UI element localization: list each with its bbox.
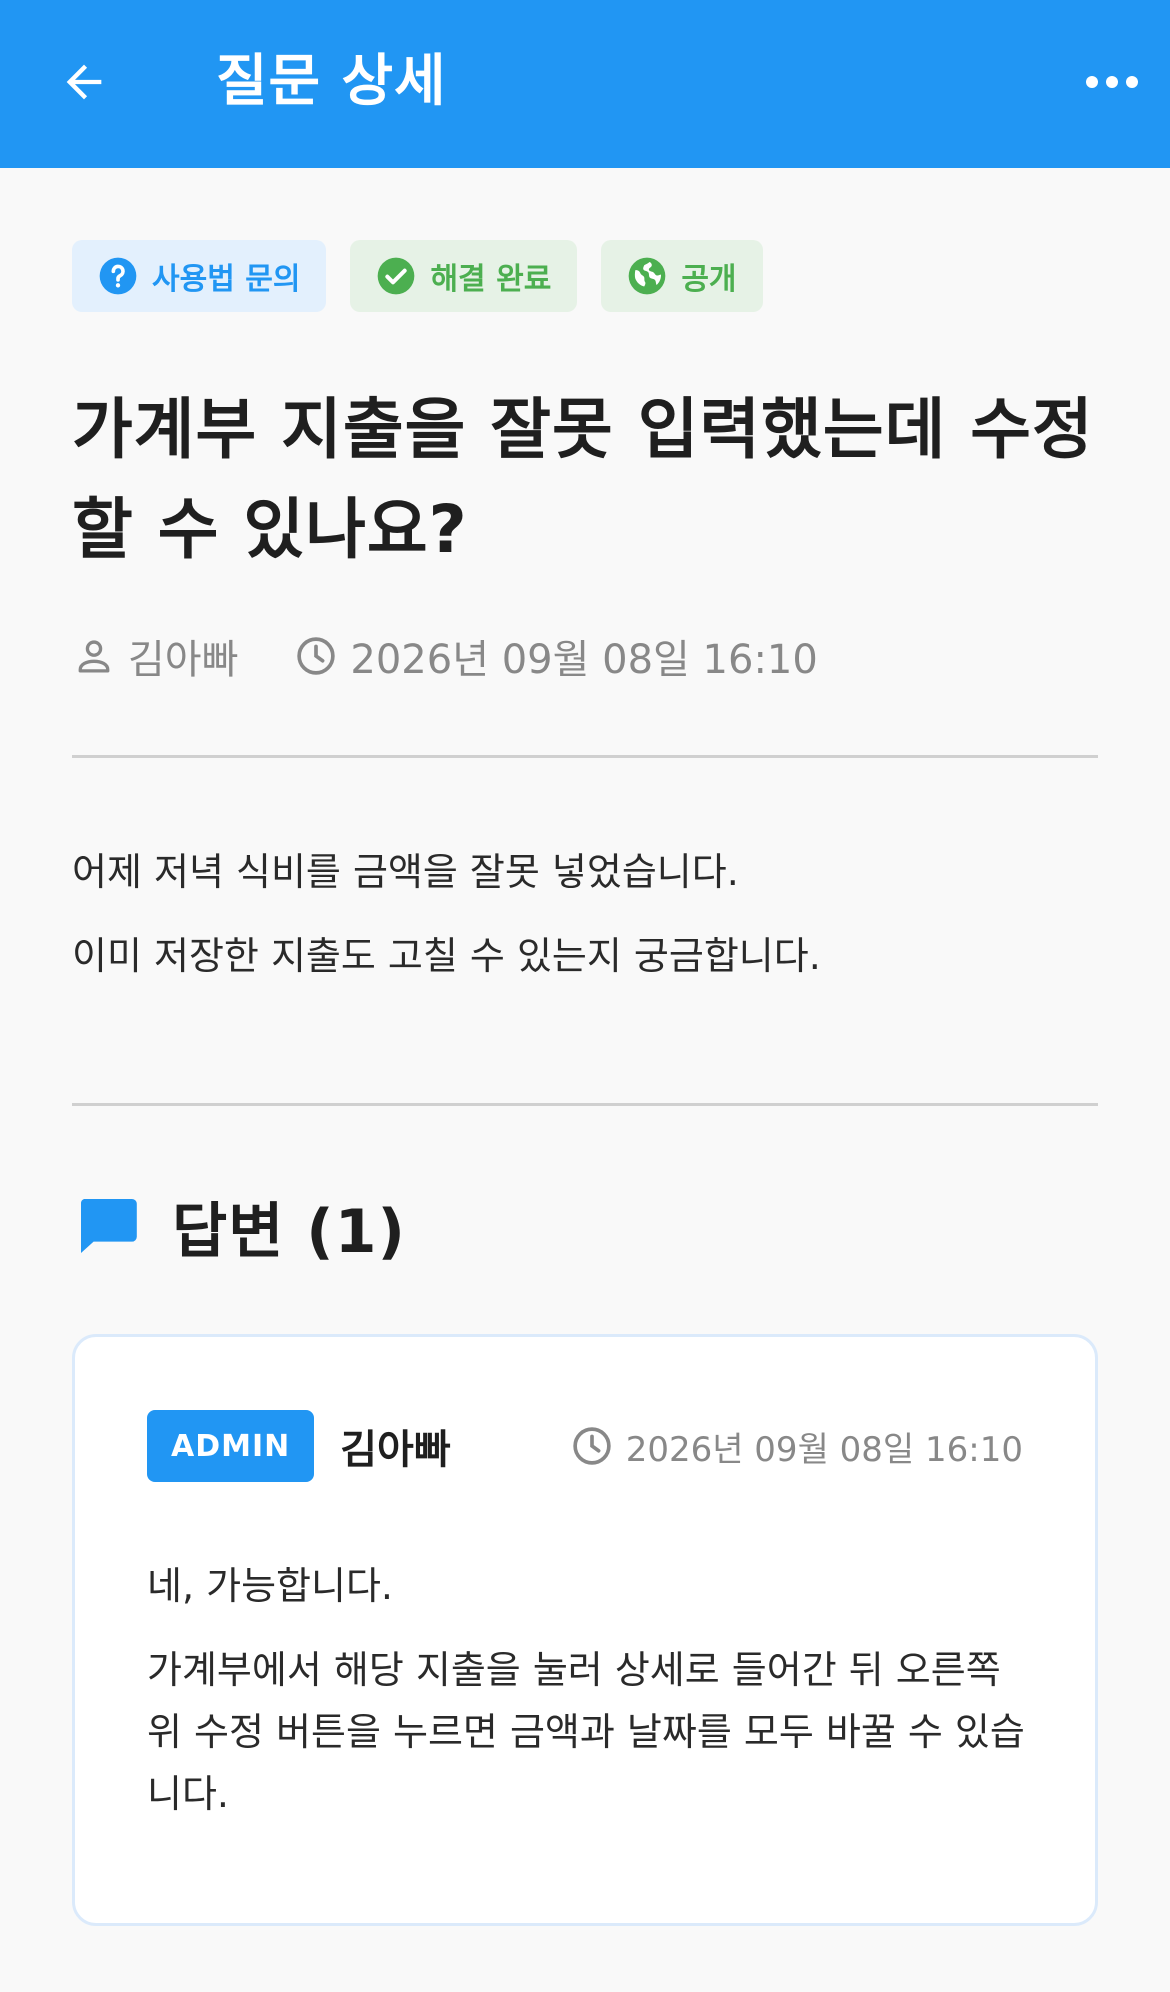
question-body: 어제 저녁 식비를 금액을 잘못 넣었습니다. 이미 저장한 지출도 고칠 수 …	[72, 830, 1098, 998]
answer-header: ADMIN 김아빠 2026년 09월 08일 16:10	[147, 1409, 1023, 1483]
more-horiz-icon	[1086, 76, 1138, 88]
page-title: 질문 상세	[216, 49, 447, 114]
question-title: 가계부 지출을 잘못 입력했는데 수정할 수 있나요?	[72, 391, 1094, 568]
more-options-button[interactable]	[1076, 50, 1148, 114]
chat-bubble-icon	[80, 1199, 137, 1253]
person-outline-icon	[78, 640, 110, 673]
answer-author: 김아빠	[340, 1427, 451, 1473]
divider	[72, 1103, 1098, 1106]
answer-paragraph: 가계부에서 해당 지출을 눌러 상세로 들어간 뒤 오른쪽 위 수정 버튼을 누…	[147, 1648, 1025, 1816]
globe-icon	[628, 257, 666, 295]
question-meta: 김아빠 2026년 09월 08일 16:10	[72, 626, 818, 686]
status-chip-label: 해결 완료	[430, 262, 552, 297]
visibility-chip-label: 공개	[681, 262, 737, 297]
answer-datetime: 2026년 09월 08일 16:10	[625, 1429, 1023, 1470]
status-chip: 해결 완료	[350, 240, 578, 312]
app-bar: 질문 상세	[0, 0, 1170, 168]
answers-heading: 답변 (1)	[172, 1196, 406, 1267]
answer-content: 네, 가능합니다. 가계부에서 해당 지출을 눌러 상세로 들어간 뒤 오른쪽 …	[147, 1555, 1027, 1825]
category-chip: 사용법 문의	[72, 240, 327, 312]
answer-card: ADMIN 김아빠 2026년 09월 08일 16:10 네, 가능합니다. …	[72, 1334, 1098, 1926]
question-tags: 사용법 문의 해결 완료 공개	[72, 240, 763, 312]
check-circle-icon	[378, 257, 415, 295]
question-body-line: 어제 저녁 식비를 금액을 잘못 넣었습니다.	[72, 850, 739, 894]
visibility-chip: 공개	[601, 240, 763, 312]
answers-section-header: 답변 (1)	[72, 1180, 406, 1272]
question-datetime: 2026년 09월 08일 16:10	[350, 637, 818, 683]
clock-icon	[572, 1427, 611, 1465]
clock-icon	[297, 637, 336, 675]
question-body-line: 이미 저장한 지출도 고칠 수 있는지 궁금합니다.	[72, 934, 821, 978]
admin-badge: ADMIN	[147, 1410, 315, 1482]
back-button[interactable]	[52, 50, 116, 114]
question-author: 김아빠	[128, 637, 239, 683]
category-chip-label: 사용법 문의	[152, 262, 301, 297]
divider	[72, 755, 1098, 758]
arrow-back-icon	[66, 64, 102, 100]
help-circle-icon	[99, 257, 137, 295]
answer-time: 2026년 09월 08일 16:10	[570, 1422, 1023, 1471]
answer-paragraph: 네, 가능합니다.	[147, 1564, 393, 1608]
